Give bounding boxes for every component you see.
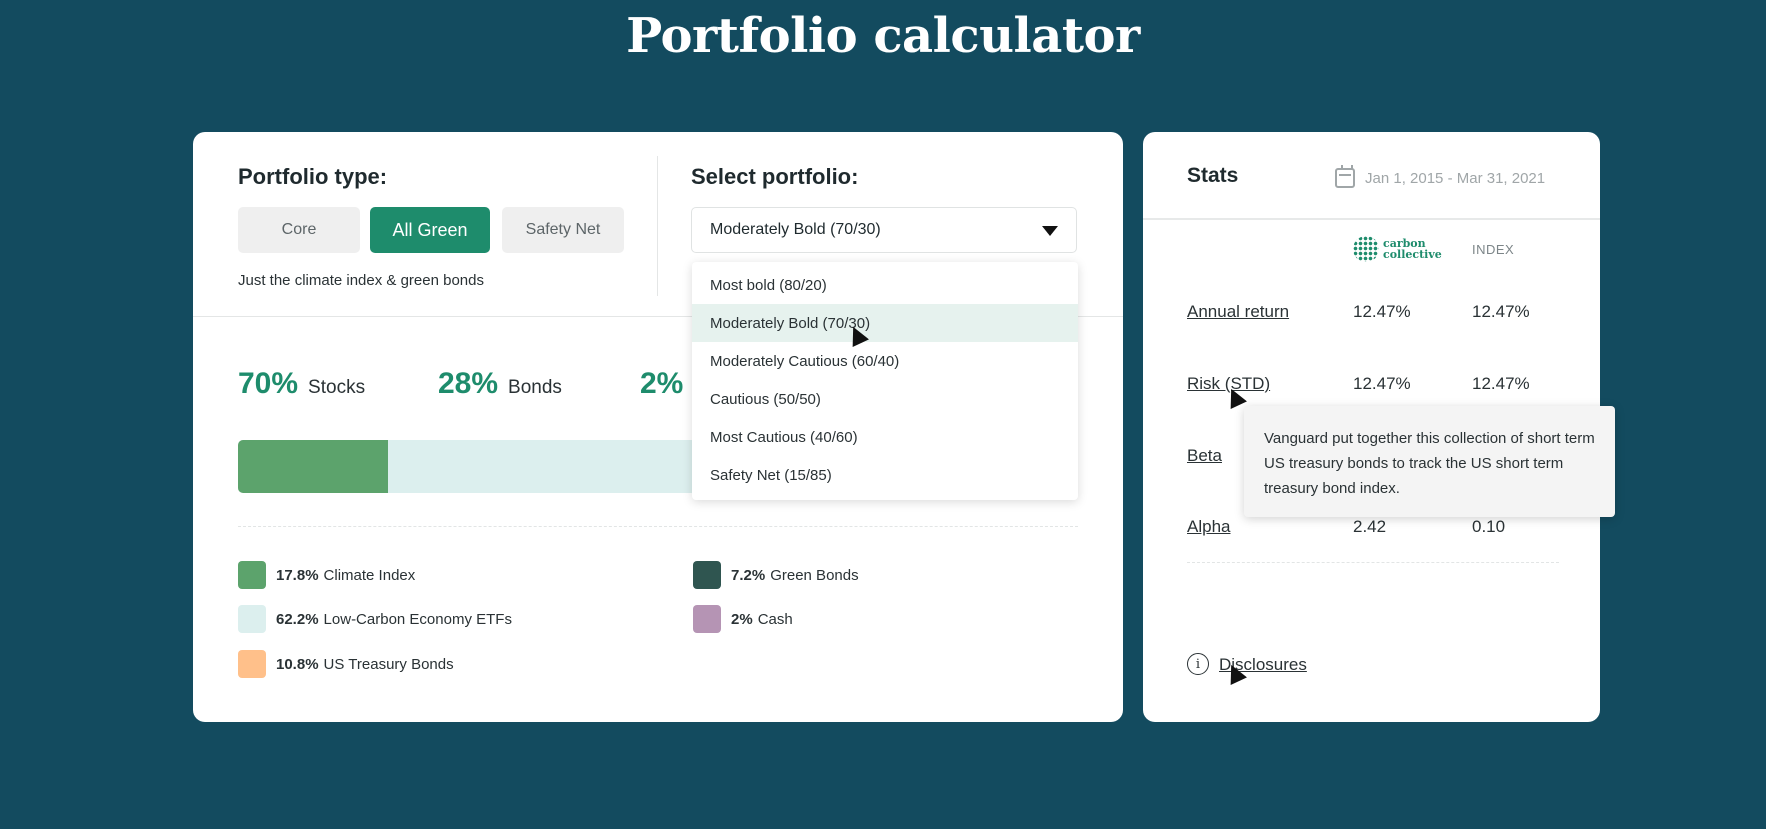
caret-down-icon bbox=[1042, 226, 1058, 236]
composition-bar-segment bbox=[238, 440, 388, 493]
stat-value-index: 12.47% bbox=[1472, 302, 1530, 321]
page-title: Portfolio calculator bbox=[626, 8, 1140, 64]
portfolio-select-value: Moderately Bold (70/30) bbox=[710, 221, 881, 238]
dotted-divider bbox=[238, 526, 1078, 527]
stats-title: Stats bbox=[1187, 164, 1239, 187]
dropdown-option[interactable]: Safety Net (15/85) bbox=[692, 456, 1078, 494]
portfolio-type-description: Just the climate index & green bonds bbox=[238, 272, 484, 289]
legend-name: Cash bbox=[757, 610, 793, 628]
bonds-allocation: 28% Bonds bbox=[438, 367, 562, 401]
legend-item-us-treasury-bonds: 10.8% US Treasury Bonds bbox=[238, 650, 454, 678]
dropdown-option[interactable]: Most bold (80/20) bbox=[692, 266, 1078, 304]
legend-pct: 10.8% bbox=[276, 655, 319, 673]
legend-pct: 17.8% bbox=[276, 566, 319, 584]
bonds-percent: 28% bbox=[438, 367, 499, 400]
stocks-label: Stocks bbox=[308, 377, 366, 398]
stat-label-beta[interactable]: Beta bbox=[1187, 446, 1222, 466]
safety-net-button[interactable]: Safety Net bbox=[502, 207, 624, 253]
legend-swatch bbox=[238, 605, 266, 633]
bonds-label: Bonds bbox=[508, 377, 562, 398]
legend-item-low-carbon-etfs: 62.2% Low-Carbon Economy ETFs bbox=[238, 605, 512, 633]
stat-value-index: 0.10 bbox=[1472, 517, 1506, 536]
stocks-percent: 70% bbox=[238, 367, 299, 400]
tooltip: Vanguard put together this collection of… bbox=[1244, 406, 1615, 517]
legend-pct: 62.2% bbox=[276, 610, 319, 628]
legend-pct: 7.2% bbox=[731, 566, 766, 584]
stats-dotted-divider bbox=[1187, 562, 1559, 563]
carbon-collective-logo-icon bbox=[1353, 236, 1379, 262]
legend-name: Climate Index bbox=[323, 566, 416, 584]
select-portfolio-label: Select portfolio: bbox=[691, 164, 859, 189]
legend-item-cash: 2% Cash bbox=[693, 605, 793, 633]
stat-label-alpha[interactable]: Alpha bbox=[1187, 517, 1230, 537]
stat-value-index: 12.47% bbox=[1472, 374, 1530, 393]
core-button[interactable]: Core bbox=[238, 207, 360, 253]
dropdown-option-highlighted[interactable]: Moderately Bold (70/30) bbox=[692, 304, 1078, 342]
portfolio-select[interactable]: Moderately Bold (70/30) bbox=[691, 207, 1077, 253]
calendar-icon bbox=[1335, 165, 1355, 188]
dropdown-option[interactable]: Cautious (50/50) bbox=[692, 380, 1078, 418]
all-green-button[interactable]: All Green bbox=[370, 207, 490, 253]
stat-value-cc: 12.47% bbox=[1353, 302, 1411, 321]
cash-allocation: 2% bbox=[640, 367, 683, 401]
stat-value-cc: 2.42 bbox=[1353, 517, 1387, 536]
legend-swatch bbox=[238, 650, 266, 678]
stat-label-annual-return[interactable]: Annual return bbox=[1187, 302, 1289, 322]
legend-item-climate-index: 17.8% Climate Index bbox=[238, 561, 415, 589]
dropdown-option[interactable]: Most Cautious (40/60) bbox=[692, 418, 1078, 456]
stocks-allocation: 70% Stocks bbox=[238, 367, 365, 401]
legend-swatch bbox=[693, 561, 721, 589]
legend-name: US Treasury Bonds bbox=[323, 655, 454, 673]
carbon-collective-logo: carbon collective bbox=[1353, 236, 1442, 262]
stats-divider bbox=[1143, 218, 1600, 220]
info-icon: i bbox=[1187, 653, 1209, 675]
cash-percent: 2% bbox=[640, 367, 684, 400]
legend-swatch bbox=[693, 605, 721, 633]
logo-text-line2: collective bbox=[1383, 248, 1442, 261]
legend-name: Green Bonds bbox=[770, 566, 859, 584]
legend-swatch bbox=[238, 561, 266, 589]
portfolio-dropdown-menu: Most bold (80/20) Moderately Bold (70/30… bbox=[692, 262, 1078, 500]
index-column-header: INDEX bbox=[1472, 242, 1515, 257]
legend-item-green-bonds: 7.2% Green Bonds bbox=[693, 561, 859, 589]
logo-text: carbon collective bbox=[1383, 238, 1442, 260]
stat-value-cc: 12.47% bbox=[1353, 374, 1411, 393]
portfolio-type-label: Portfolio type: bbox=[238, 164, 388, 189]
dropdown-option[interactable]: Moderately Cautious (60/40) bbox=[692, 342, 1078, 380]
date-range[interactable]: Jan 1, 2015 - Mar 31, 2021 bbox=[1365, 170, 1545, 187]
vertical-divider bbox=[657, 156, 658, 296]
legend-name: Low-Carbon Economy ETFs bbox=[323, 610, 512, 628]
legend-pct: 2% bbox=[731, 610, 753, 628]
